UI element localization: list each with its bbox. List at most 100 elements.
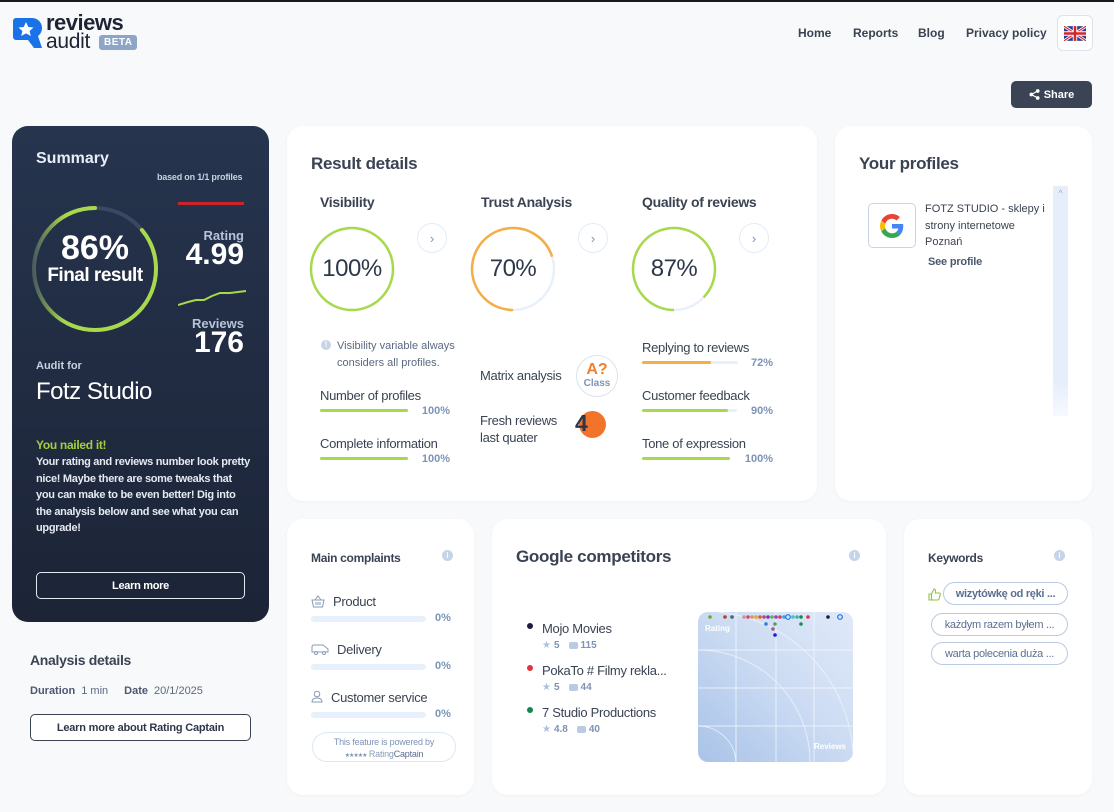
competitor-rating: 5: [553, 640, 560, 651]
competitor-color-dot: [527, 707, 533, 713]
trust-analysis-details-button[interactable]: ›: [578, 223, 608, 253]
stars-icon: ★★★★★: [344, 753, 368, 759]
complete-information-pct: 100%: [421, 453, 450, 465]
keyword-pill[interactable]: wizytówkę od ręki ...: [943, 582, 1068, 605]
competitor-reviews: 40: [588, 724, 600, 735]
analysis-details-title: Analysis details: [30, 652, 132, 668]
share-icon: [1029, 89, 1040, 100]
competitor-meta: ★ 4.8 40: [542, 724, 600, 735]
replying-to-reviews-bar: [642, 361, 738, 364]
person-icon: [311, 690, 323, 703]
google-icon: [880, 213, 904, 238]
powered-by-text: This feature is powered by: [333, 737, 435, 747]
fresh-reviews-value: 4: [575, 410, 588, 436]
complete-information-bar: [320, 457, 408, 460]
chevron-right-icon: ›: [751, 230, 757, 246]
summary-headline: You nailed it!: [36, 438, 107, 452]
profiles-scrollbar[interactable]: [1053, 186, 1068, 416]
analysis-details-row: Duration 1 min Date 20/1/2025: [30, 685, 203, 697]
uk-flag-icon: [1064, 25, 1086, 41]
summary-title: Summary: [36, 150, 109, 167]
visibility-details-button[interactable]: ›: [417, 223, 447, 253]
customer-feedback-bar: [642, 409, 737, 412]
replying-to-reviews-bar-fill: [642, 361, 712, 364]
quality-of-reviews-details-button[interactable]: ›: [739, 223, 769, 253]
profile-name: FOTZ STUDIO - sklepy i strony internetow…: [925, 203, 1045, 248]
keyword-pill[interactable]: warta polecenia duża ...: [931, 642, 1068, 665]
info-icon[interactable]: i: [849, 550, 860, 561]
keyword-pill[interactable]: każdym razem byłem ...: [931, 613, 1068, 636]
fresh-reviews-label-line2: last quater: [480, 430, 538, 445]
google-competitors-title: Google competitors: [516, 547, 672, 566]
basket-icon: [311, 595, 325, 608]
matrix-class-value: A?: [586, 361, 608, 378]
customer-feedback-pct: 90%: [750, 405, 773, 417]
nav-blog[interactable]: Blog: [918, 26, 945, 40]
matrix-class-badge: A? Class: [576, 355, 618, 397]
competitor-name[interactable]: PokaTo # Filmy rekla...: [542, 663, 667, 678]
competitor-color-dot: [527, 623, 533, 629]
brand-part-a: Rating: [368, 749, 394, 759]
duration-label: Duration: [30, 685, 76, 697]
final-result-text: 86% Final result: [30, 230, 160, 286]
comment-icon: [576, 726, 586, 733]
duration-value: 1 min: [81, 685, 109, 697]
customer-feedback-label: Customer feedback: [642, 388, 750, 403]
star-icon: ★: [542, 640, 551, 651]
truck-icon: [311, 644, 329, 655]
summary-card: Summary based on 1/1 profiles 86% Final …: [12, 126, 269, 622]
matrix-analysis-label: Matrix analysis: [480, 368, 562, 383]
complaint-delivery-pct: 0%: [435, 660, 451, 672]
complaint-delivery-label: Delivery: [337, 642, 382, 657]
main-complaints-title: Main complaints: [311, 551, 401, 565]
brand-part-b: Captain: [393, 749, 424, 759]
info-icon[interactable]: i: [1054, 550, 1065, 561]
keywords-card: Keywords i wizytówkę od ręki ... każdym …: [904, 519, 1092, 795]
plot-x-label: Reviews: [814, 742, 847, 751]
nav-privacy-policy[interactable]: Privacy policy: [966, 26, 1047, 40]
competitor-name[interactable]: Mojo Movies: [542, 621, 612, 636]
competitor-name[interactable]: 7 Studio Productions: [542, 705, 656, 720]
competitor-scatter-plot[interactable]: Rating Reviews: [698, 612, 853, 762]
quality-of-reviews-value: 87%: [650, 255, 698, 282]
trust-analysis-value: 70%: [489, 255, 537, 282]
powered-by-rating-captain[interactable]: This feature is powered by ★★★★★ RatingC…: [312, 732, 456, 762]
learn-more-button[interactable]: Learn more: [36, 572, 245, 599]
your-profiles-title: Your profiles: [859, 154, 959, 173]
google-competitors-card: Google competitors i Mojo Movies ★ 5 115…: [492, 519, 886, 795]
tone-of-expression-bar-fill: [642, 457, 730, 460]
thumbs-up-icon: [928, 588, 941, 601]
complaint-customer-service-bar: [311, 712, 426, 718]
visibility-value: 100%: [322, 255, 382, 282]
complaint-product-label: Product: [333, 594, 376, 609]
date-label: Date: [124, 685, 148, 697]
fresh-reviews-label-line1: Fresh reviews: [480, 413, 558, 428]
replying-to-reviews-pct: 72%: [750, 357, 773, 369]
nav-reports[interactable]: Reports: [853, 26, 898, 40]
see-profile-link[interactable]: See profile: [928, 256, 982, 268]
scroll-up-icon[interactable]: ^: [1053, 186, 1068, 200]
info-icon[interactable]: i: [442, 550, 453, 561]
complaint-customer-service-label: Customer service: [331, 690, 428, 705]
info-icon: !: [321, 340, 331, 350]
learn-more-rating-captain-button[interactable]: Learn more about Rating Captain: [30, 714, 251, 741]
competitor-reviews: 115: [580, 640, 597, 651]
summary-message: Your rating and reviews number look pret…: [36, 456, 250, 535]
fresh-reviews-label: Fresh reviews last quater: [480, 412, 557, 446]
powered-by-brand: ★★★★★ RatingCaptain: [313, 748, 455, 762]
trust-analysis-title: Trust Analysis: [481, 194, 572, 210]
share-button[interactable]: Share: [1011, 81, 1092, 108]
main-complaints-card: Main complaints i Product 0% Delivery 0%…: [287, 519, 474, 795]
final-result-percent: 86%: [60, 229, 130, 267]
language-selector[interactable]: [1057, 15, 1093, 51]
logo[interactable]: reviews audit BETA: [12, 10, 142, 54]
nav-home[interactable]: Home: [798, 26, 831, 40]
number-of-profiles-bar-fill: [320, 409, 408, 412]
chevron-right-icon: ›: [590, 230, 596, 246]
number-of-profiles-label: Number of profiles: [320, 388, 421, 403]
replying-to-reviews-label: Replying to reviews: [642, 340, 750, 355]
competitor-rating: 5: [553, 682, 560, 693]
competitor-plot-grid: Rating Reviews: [698, 612, 853, 762]
plot-y-label: Rating: [705, 624, 730, 633]
customer-feedback-bar-fill: [642, 409, 728, 412]
